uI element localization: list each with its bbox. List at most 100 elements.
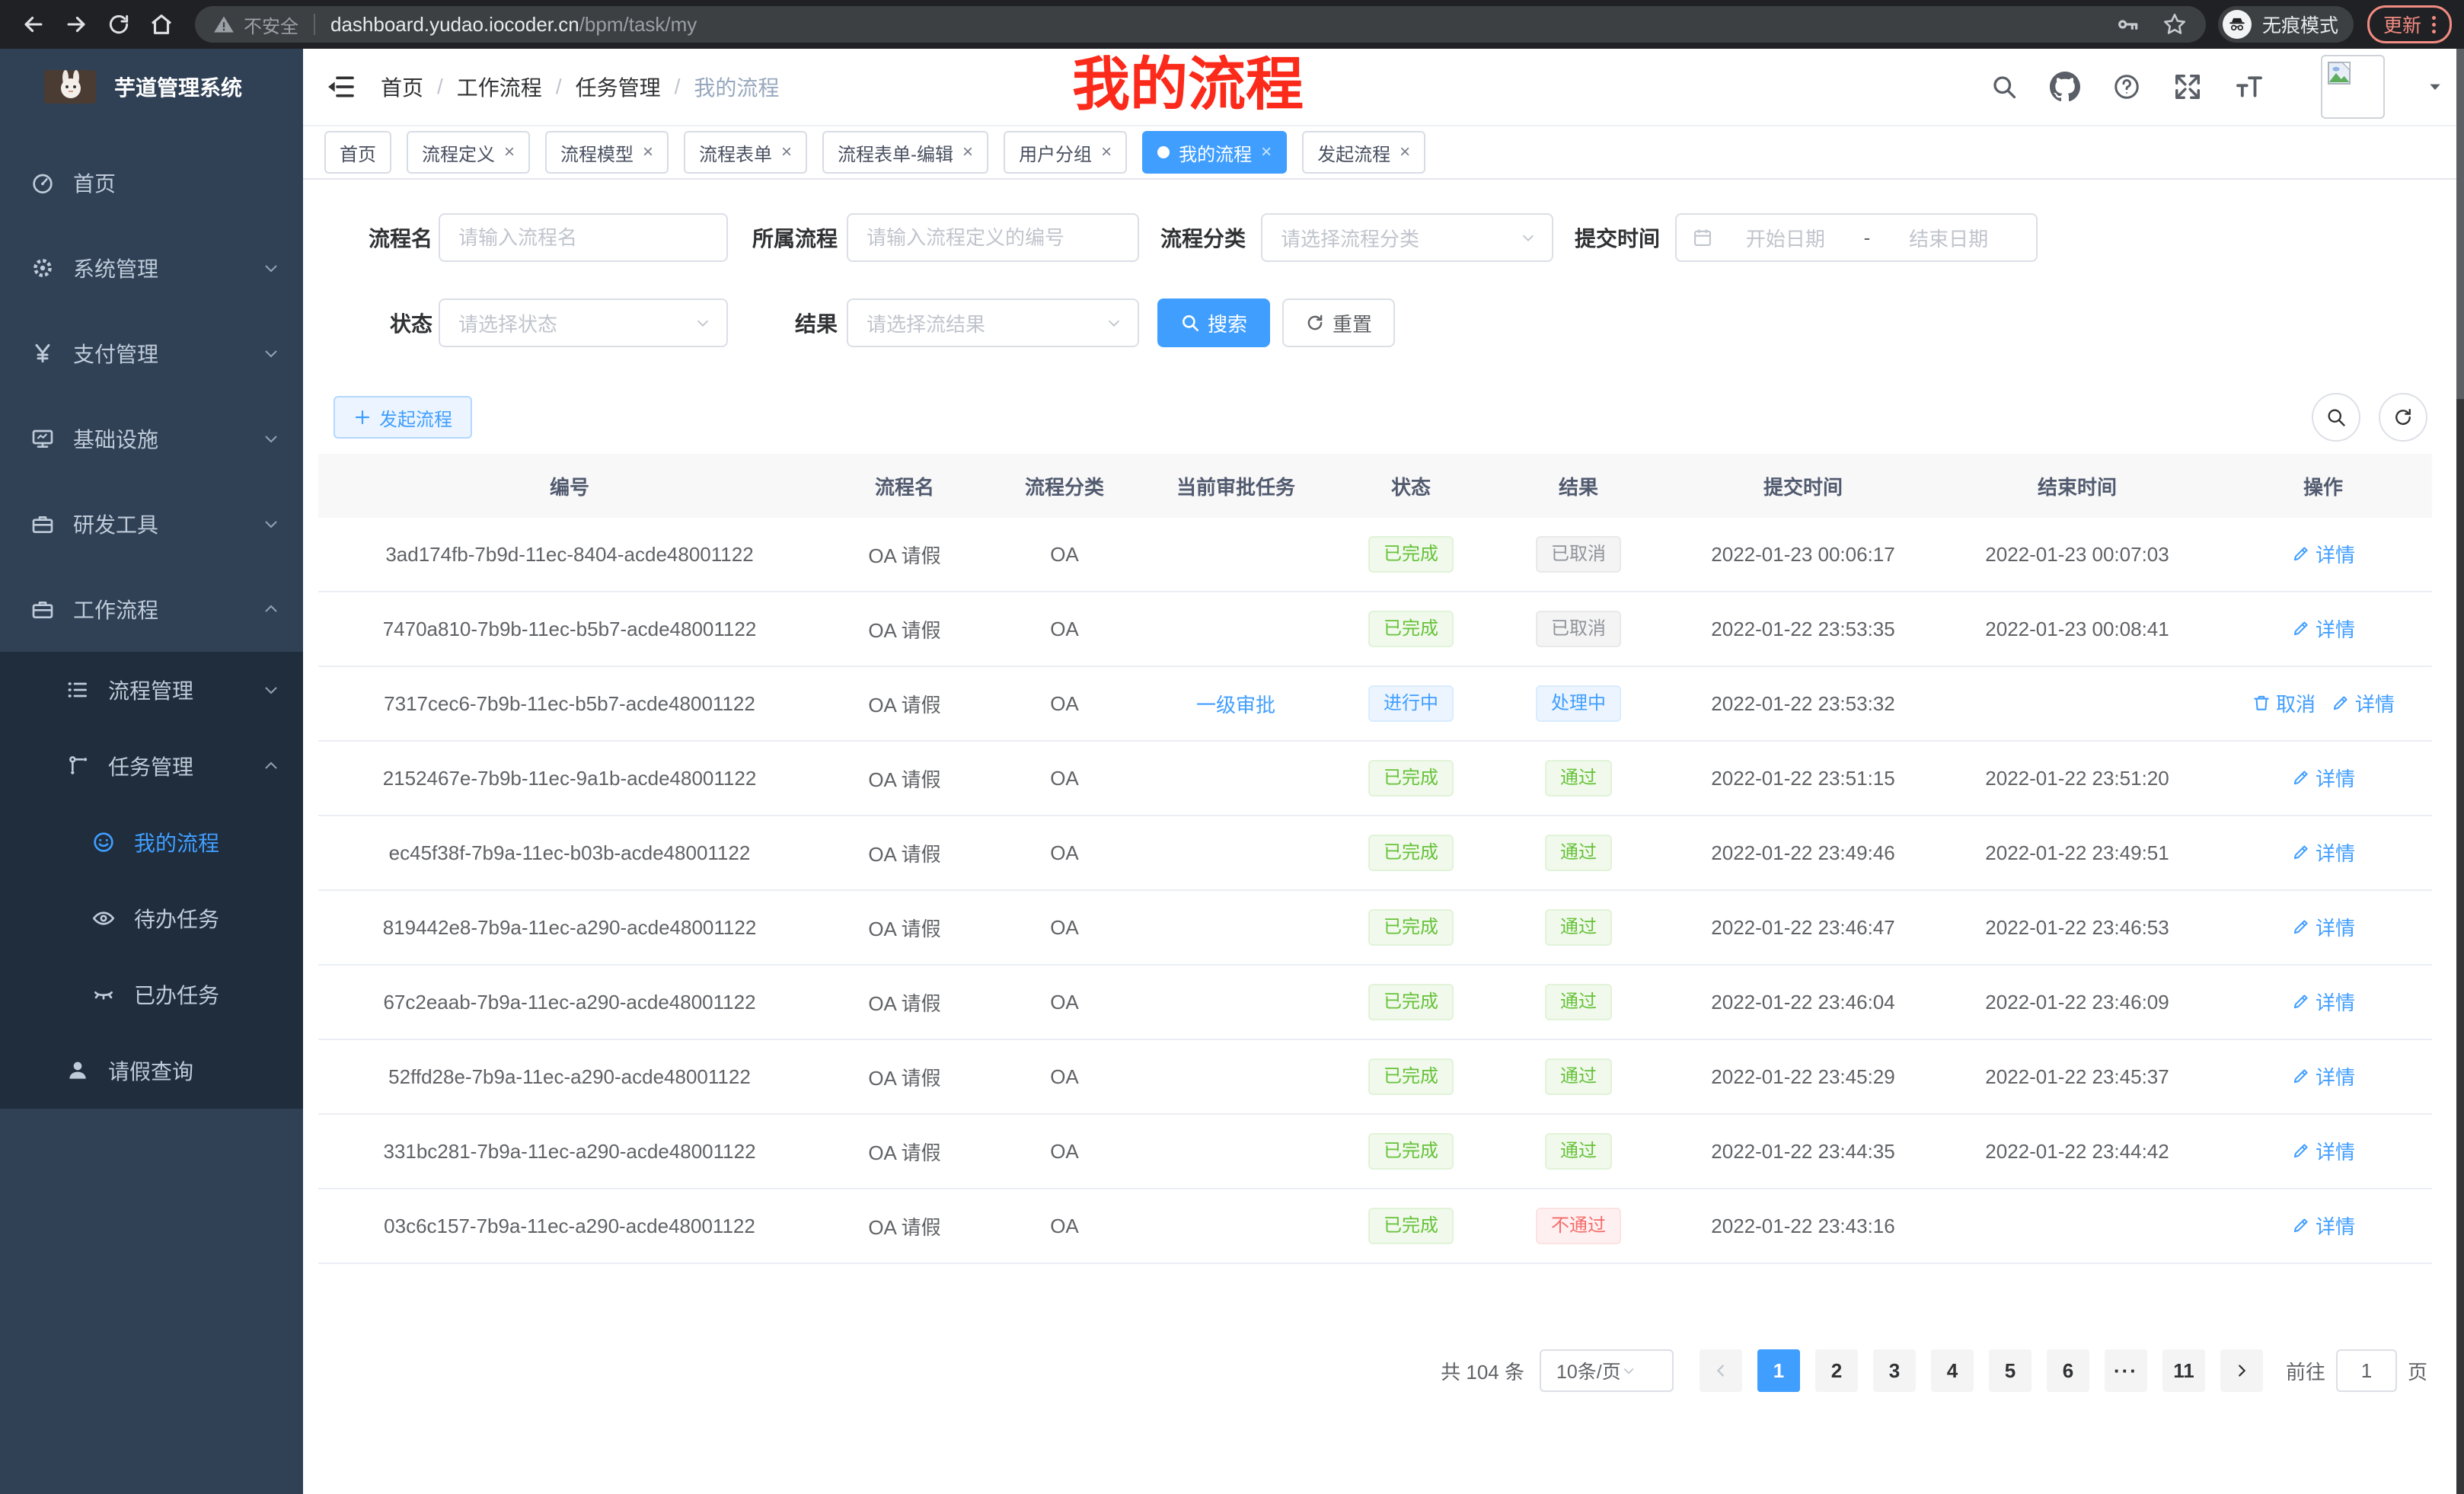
more-pages-button[interactable]: ···: [2105, 1349, 2147, 1392]
sidebar-item-流程管理[interactable]: 流程管理: [0, 652, 303, 728]
sidebar-item-我的流程[interactable]: 我的流程: [0, 804, 303, 880]
filter-definition-label: 所属流程: [746, 222, 838, 253]
close-icon[interactable]: ×: [643, 143, 653, 161]
breadcrumb-item[interactable]: 工作流程: [457, 72, 542, 102]
page-button-5[interactable]: 5: [1989, 1349, 2032, 1392]
avatar[interactable]: [2321, 55, 2385, 119]
close-icon[interactable]: ×: [962, 143, 973, 161]
sidebar-item-待办任务[interactable]: 待办任务: [0, 880, 303, 956]
cell-result: 通过: [1491, 965, 1666, 1039]
detail-action-link[interactable]: 详情: [2291, 540, 2355, 568]
page-button-2[interactable]: 2: [1815, 1349, 1858, 1392]
category-select[interactable]: 请选择流程分类: [1261, 213, 1553, 262]
tab-流程定义[interactable]: 流程定义×: [407, 131, 530, 174]
sidebar-item-首页[interactable]: 首页: [0, 140, 303, 225]
sidebar-item-已办任务[interactable]: 已办任务: [0, 956, 303, 1033]
status-badge: 已完成: [1368, 611, 1454, 647]
show-search-button[interactable]: [2312, 393, 2360, 442]
reload-icon[interactable]: [97, 3, 140, 46]
current-task-link[interactable]: 一级审批: [1196, 690, 1275, 718]
prev-page-button[interactable]: [1700, 1349, 1742, 1392]
url-bar[interactable]: 不安全 dashboard.yudao.iocoder.cn /bpm/task…: [195, 6, 2206, 43]
detail-action-link[interactable]: 详情: [2331, 689, 2395, 717]
create-process-button[interactable]: 发起流程: [334, 396, 472, 439]
tab-流程表单-编辑[interactable]: 流程表单-编辑×: [822, 131, 988, 174]
close-icon[interactable]: ×: [1400, 143, 1410, 161]
close-icon[interactable]: ×: [1101, 143, 1112, 161]
detail-action-link[interactable]: 详情: [2291, 1062, 2355, 1090]
cell-category: OA: [988, 1039, 1141, 1114]
sidebar-item-研发工具[interactable]: 研发工具: [0, 481, 303, 567]
detail-action-link[interactable]: 详情: [2291, 838, 2355, 867]
goto-page-input[interactable]: [2336, 1349, 2397, 1392]
sidebar-item-工作流程[interactable]: 工作流程: [0, 567, 303, 652]
page-button-1[interactable]: 1: [1757, 1349, 1800, 1392]
cell-process-name: OA 请假: [821, 890, 988, 965]
submit-time-range-picker[interactable]: 开始日期 - 结束日期: [1675, 213, 2038, 262]
sidebar-item-请假查询[interactable]: 请假查询: [0, 1033, 303, 1109]
detail-action-link[interactable]: 详情: [2291, 615, 2355, 643]
tab-流程模型[interactable]: 流程模型×: [545, 131, 669, 174]
home-icon[interactable]: [140, 3, 183, 46]
font-size-icon[interactable]: [2234, 72, 2265, 102]
tab-用户分组[interactable]: 用户分组×: [1004, 131, 1127, 174]
result-select[interactable]: 请选择流结果: [847, 298, 1139, 347]
close-icon[interactable]: ×: [504, 143, 515, 161]
tab-发起流程[interactable]: 发起流程×: [1302, 131, 1425, 174]
sidebar-item-支付管理[interactable]: 支付管理: [0, 311, 303, 396]
tab-首页[interactable]: 首页: [324, 131, 391, 174]
sidebar-item-基础设施[interactable]: 基础设施: [0, 396, 303, 481]
search-button[interactable]: 搜索: [1157, 298, 1270, 347]
back-icon[interactable]: [12, 3, 55, 46]
key-icon[interactable]: [2116, 12, 2140, 37]
page-scrollbar[interactable]: [2456, 49, 2464, 1494]
breadcrumb-item[interactable]: 首页: [381, 72, 423, 102]
action-label: 详情: [2316, 764, 2355, 792]
detail-action-link[interactable]: 详情: [2291, 913, 2355, 941]
action-label: 详情: [2316, 838, 2355, 867]
detail-action-link[interactable]: 详情: [2291, 988, 2355, 1016]
detail-action-link[interactable]: 详情: [2291, 1211, 2355, 1240]
cell-result: 不通过: [1491, 1189, 1666, 1263]
detail-action-link[interactable]: 详情: [2291, 764, 2355, 792]
next-page-button[interactable]: [2220, 1349, 2263, 1392]
page-button-3[interactable]: 3: [1873, 1349, 1916, 1392]
tab-流程表单[interactable]: 流程表单×: [684, 131, 807, 174]
hamburger-icon[interactable]: [324, 70, 358, 104]
process-name-input[interactable]: [439, 213, 728, 262]
caret-down-icon[interactable]: [2427, 79, 2443, 94]
update-button[interactable]: 更新: [2367, 5, 2452, 43]
cancel-action-link[interactable]: 取消: [2252, 689, 2316, 717]
column-header: 操作: [2214, 454, 2432, 518]
category-placeholder: 请选择流程分类: [1281, 224, 1520, 252]
refresh-button[interactable]: [2379, 393, 2427, 442]
column-header: 流程名: [821, 454, 988, 518]
tab-我的流程[interactable]: 我的流程×: [1142, 131, 1287, 174]
close-icon[interactable]: ×: [1261, 143, 1272, 161]
sidebar-item-系统管理[interactable]: 系统管理: [0, 225, 303, 311]
sidebar-item-任务管理[interactable]: 任务管理: [0, 728, 303, 804]
goto-label: 前往: [2286, 1357, 2325, 1385]
status-select[interactable]: 请选择状态: [439, 298, 728, 347]
page-size-select[interactable]: 10条/页: [1540, 1349, 1674, 1392]
forward-icon[interactable]: [55, 3, 97, 46]
detail-action-link[interactable]: 详情: [2291, 1137, 2355, 1165]
page-button-11[interactable]: 11: [2162, 1349, 2205, 1392]
page-button-4[interactable]: 4: [1931, 1349, 1974, 1392]
breadcrumb-item[interactable]: 任务管理: [576, 72, 661, 102]
search-icon[interactable]: [1990, 73, 2018, 101]
flow-icon: [65, 754, 90, 778]
sidebar-logo[interactable]: 芋道管理系统: [0, 49, 303, 125]
cell-current-task: [1141, 1189, 1331, 1263]
reset-button[interactable]: 重置: [1282, 298, 1395, 347]
cell-actions: 详情: [2214, 1114, 2432, 1189]
process-definition-input[interactable]: [847, 213, 1139, 262]
browser-menu-icon[interactable]: [2432, 16, 2436, 34]
cell-current-task: [1141, 518, 1331, 592]
github-icon[interactable]: [2050, 72, 2080, 102]
bookmark-star-icon[interactable]: [2162, 11, 2188, 37]
page-button-6[interactable]: 6: [2047, 1349, 2089, 1392]
fullscreen-icon[interactable]: [2173, 72, 2202, 101]
close-icon[interactable]: ×: [781, 143, 792, 161]
help-icon[interactable]: [2112, 72, 2141, 101]
